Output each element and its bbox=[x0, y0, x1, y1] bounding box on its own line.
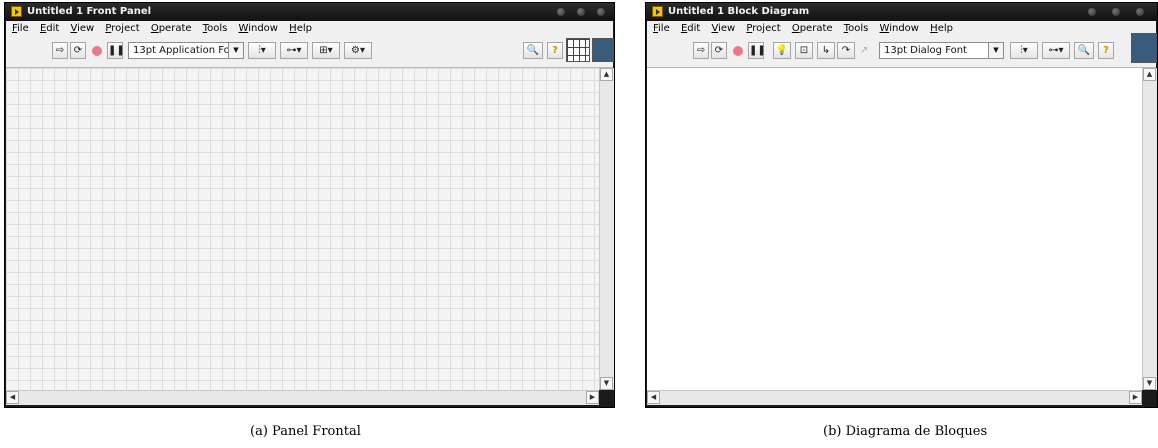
resize-objects-icon[interactable]: ⊞▾ bbox=[312, 42, 340, 59]
align-objects-icon[interactable]: ⫶▾ bbox=[248, 42, 276, 59]
menu-window[interactable]: Window bbox=[880, 21, 919, 37]
scroll-up-icon[interactable]: ▲ bbox=[600, 68, 613, 81]
pause-icon[interactable]: ❚❚ bbox=[748, 42, 766, 59]
font-select[interactable]: 13pt Dialog Font ▼ bbox=[879, 42, 1004, 59]
run-icon[interactable]: ⇨ bbox=[693, 42, 709, 59]
scroll-left-icon[interactable]: ◀ bbox=[6, 391, 19, 404]
minimize-button[interactable] bbox=[557, 8, 565, 16]
front-panel-title-bar[interactable]: Untitled 1 Front Panel bbox=[5, 3, 614, 21]
menu-help[interactable]: Help bbox=[930, 21, 953, 37]
block-diagram-title: Untitled 1 Block Diagram bbox=[668, 6, 810, 17]
pause-icon[interactable]: ❚❚ bbox=[107, 42, 125, 59]
menu-operate[interactable]: Operate bbox=[151, 21, 192, 37]
abort-execution-icon[interactable] bbox=[730, 42, 746, 59]
vi-icon[interactable] bbox=[1131, 33, 1157, 63]
menu-operate[interactable]: Operate bbox=[792, 21, 833, 37]
distribute-objects-icon[interactable]: ⊶▾ bbox=[280, 42, 308, 59]
run-continuously-icon[interactable]: ⟳ bbox=[711, 42, 727, 59]
block-diagram-window: Untitled 1 Block Diagram File Edit View … bbox=[645, 2, 1158, 408]
maximize-button[interactable] bbox=[577, 8, 585, 16]
block-diagram-horizontal-scrollbar[interactable]: ◀ ▶ bbox=[647, 390, 1142, 405]
scroll-down-icon[interactable]: ▼ bbox=[1143, 377, 1156, 390]
labview-app-icon bbox=[11, 6, 22, 17]
step-over-icon[interactable]: ↷ bbox=[837, 42, 855, 59]
menu-file[interactable]: File bbox=[653, 21, 670, 37]
connector-pane-icon[interactable] bbox=[566, 38, 590, 62]
block-diagram-toolbar: ⇨ ⟳ ❚❚ 💡 ⊡ ↳ ↷ ↗ 13pt Dialog Font ▼ ⫶▾ ⊶… bbox=[647, 33, 1157, 68]
abort-execution-icon[interactable] bbox=[89, 42, 105, 59]
step-out-icon[interactable]: ↗ bbox=[857, 42, 871, 59]
front-panel-menu-bar: File Edit View Project Operate Tools Win… bbox=[6, 21, 613, 37]
menu-project[interactable]: Project bbox=[746, 21, 780, 37]
scroll-right-icon[interactable]: ▶ bbox=[1129, 391, 1142, 404]
menu-project[interactable]: Project bbox=[105, 21, 139, 37]
search-icon[interactable]: 🔍 bbox=[1074, 42, 1094, 59]
menu-edit[interactable]: Edit bbox=[40, 21, 59, 37]
search-icon[interactable]: 🔍 bbox=[523, 42, 543, 59]
close-button[interactable] bbox=[597, 8, 605, 16]
help-icon[interactable]: ? bbox=[1098, 42, 1114, 59]
scroll-down-icon[interactable]: ▼ bbox=[600, 377, 613, 390]
font-select[interactable]: 13pt Application Font ▼ bbox=[128, 42, 244, 59]
font-select-value: 13pt Dialog Font bbox=[884, 45, 967, 56]
menu-tools[interactable]: Tools bbox=[203, 21, 228, 37]
font-select-value: 13pt Application Font bbox=[133, 45, 240, 56]
caption-front-panel: (a) Panel Frontal bbox=[250, 424, 361, 439]
menu-window[interactable]: Window bbox=[239, 21, 278, 37]
front-panel-canvas[interactable] bbox=[6, 68, 599, 390]
minimize-button[interactable] bbox=[1088, 8, 1096, 16]
menu-view[interactable]: View bbox=[712, 21, 736, 37]
front-panel-horizontal-scrollbar[interactable]: ◀ ▶ bbox=[6, 390, 599, 405]
front-panel-title: Untitled 1 Front Panel bbox=[27, 6, 152, 17]
chevron-down-icon: ▼ bbox=[988, 43, 1003, 58]
maximize-button[interactable] bbox=[1112, 8, 1120, 16]
block-diagram-title-bar[interactable]: Untitled 1 Block Diagram bbox=[646, 3, 1157, 21]
scroll-right-icon[interactable]: ▶ bbox=[586, 391, 599, 404]
block-diagram-vertical-scrollbar[interactable]: ▲ ▼ bbox=[1142, 68, 1157, 390]
block-diagram-canvas[interactable] bbox=[647, 68, 1142, 390]
menu-file[interactable]: File bbox=[12, 21, 29, 37]
labview-app-icon bbox=[652, 6, 663, 17]
scroll-left-icon[interactable]: ◀ bbox=[647, 391, 660, 404]
retain-wire-values-icon[interactable]: ⊡ bbox=[795, 42, 813, 59]
step-into-icon[interactable]: ↳ bbox=[817, 42, 835, 59]
run-continuously-icon[interactable]: ⟳ bbox=[70, 42, 86, 59]
front-panel-window: Untitled 1 Front Panel File Edit View Pr… bbox=[4, 2, 615, 408]
menu-edit[interactable]: Edit bbox=[681, 21, 700, 37]
caption-block-diagram: (b) Diagrama de Bloques bbox=[823, 424, 988, 439]
front-panel-toolbar: ⇨ ⟳ ❚❚ 13pt Application Font ▼ ⫶▾ ⊶▾ ⊞▾ … bbox=[6, 37, 614, 68]
highlight-execution-icon[interactable]: 💡 bbox=[773, 42, 791, 59]
scroll-up-icon[interactable]: ▲ bbox=[1143, 68, 1156, 81]
run-icon[interactable]: ⇨ bbox=[52, 42, 68, 59]
distribute-objects-icon[interactable]: ⊶▾ bbox=[1042, 42, 1070, 59]
menu-help[interactable]: Help bbox=[289, 21, 312, 37]
menu-tools[interactable]: Tools bbox=[844, 21, 869, 37]
close-button[interactable] bbox=[1136, 8, 1144, 16]
chevron-down-icon: ▼ bbox=[228, 43, 243, 58]
align-objects-icon[interactable]: ⫶▾ bbox=[1010, 42, 1038, 59]
reorder-icon[interactable]: ⚙▾ bbox=[344, 42, 372, 59]
help-icon[interactable]: ? bbox=[547, 42, 563, 59]
block-diagram-menu-bar: File Edit View Project Operate Tools Win… bbox=[647, 21, 1156, 37]
front-panel-vertical-scrollbar[interactable]: ▲ ▼ bbox=[599, 68, 614, 390]
menu-view[interactable]: View bbox=[71, 21, 95, 37]
vi-icon[interactable] bbox=[592, 38, 614, 62]
